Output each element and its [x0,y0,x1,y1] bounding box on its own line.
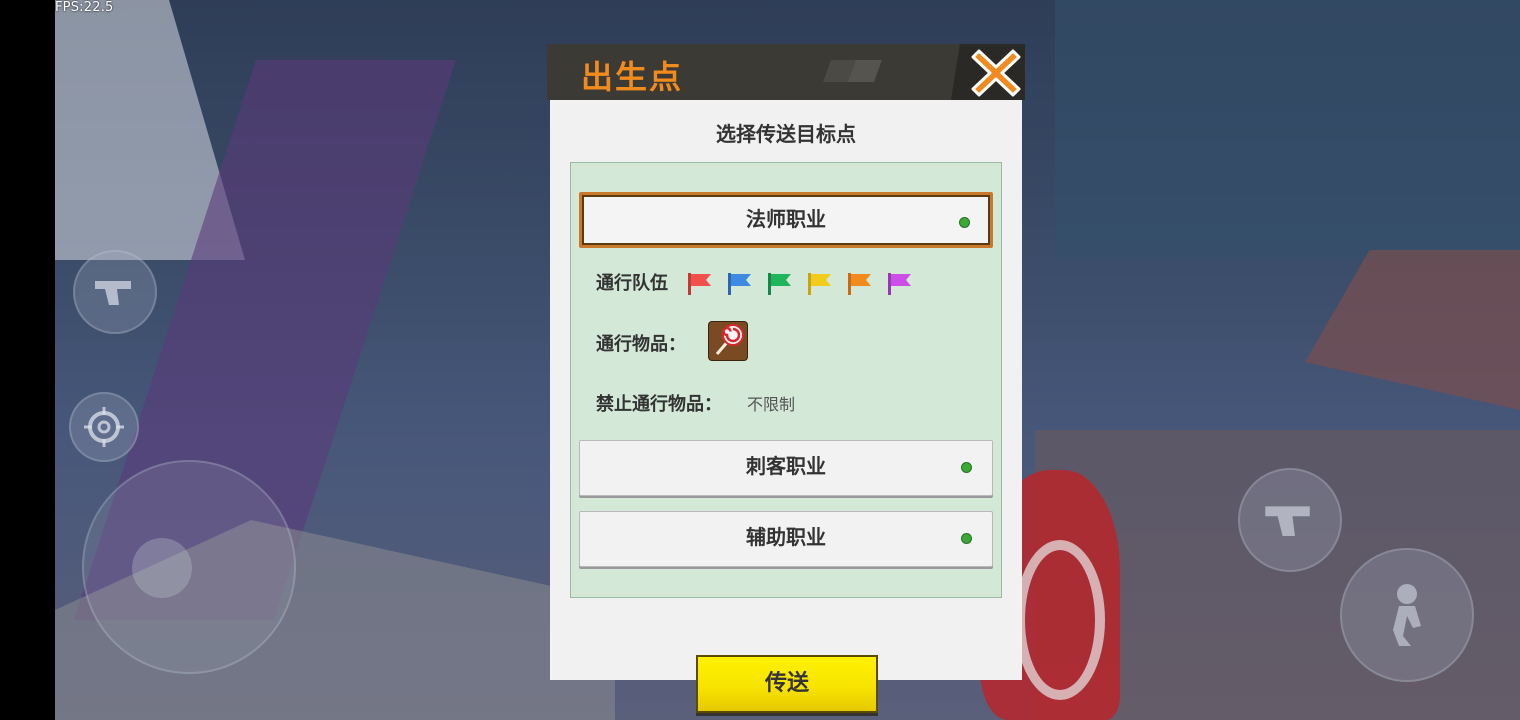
spawn-option-mage[interactable]: 法师职业 [579,192,993,248]
fire-button-right[interactable] [1238,468,1342,572]
scene-box-right [1305,250,1520,410]
flag-yellow-icon [808,273,831,295]
forbidden-items-value: 不限制 [747,395,796,414]
spawn-options-panel: 法师职业 通行队伍 通行物品： 禁止通行物品： 不限制 刺客职业 辅助职业 [570,162,1002,598]
scene-wall-right [1055,0,1520,260]
dialog-title: 出生点 [581,58,684,96]
movement-joystick[interactable] [82,460,296,674]
flag-purple-icon [888,273,911,295]
teleport-button[interactable]: 传送 [696,655,878,713]
teams-label: 通行队伍 [596,273,668,294]
dialog-header: 出生点 [547,44,1025,100]
gun-icon [1265,506,1310,537]
teleport-button-label: 传送 [764,671,809,696]
scene-target-ring [1015,540,1105,700]
spawn-option-assassin[interactable]: 刺客职业 [579,440,993,496]
status-dot [961,533,972,544]
spawn-option-label: 法师职业 [746,207,826,231]
spawn-option-label: 刺客职业 [746,454,826,478]
dialog-body: 选择传送目标点 法师职业 通行队伍 通行物品： 禁止通行物品： 不限制 刺客职业… [550,100,1022,713]
close-icon [971,49,1021,97]
status-dot [961,462,972,473]
fire-button-left[interactable] [73,250,157,334]
jump-button[interactable] [1340,548,1474,682]
spawn-option-label: 辅助职业 [746,525,826,549]
forbidden-items-label: 禁止通行物品： [596,394,722,415]
spawn-option-support[interactable]: 辅助职业 [579,511,993,567]
fps-counter: FPS:22.5 [55,0,114,15]
items-label: 通行物品： [596,334,686,355]
flag-blue-icon [728,273,751,295]
jump-figure-icon [1393,584,1421,646]
crosshair-icon [84,407,124,447]
flag-orange-icon [848,273,871,295]
aim-button[interactable] [69,392,139,462]
flag-green-icon [768,273,791,295]
joystick-knob[interactable] [132,538,192,598]
status-dot [959,217,970,228]
lollipop-icon [708,321,748,361]
gun-icon [95,281,131,305]
close-button[interactable] [951,44,1025,100]
flag-red-icon [688,273,711,295]
dialog-subtitle: 选择传送目标点 [716,122,856,146]
spawn-point-dialog: 出生点 选择传送目标点 法师职业 通行队伍 通行物品： 禁止通行物品： 不限制 … [547,44,1025,713]
